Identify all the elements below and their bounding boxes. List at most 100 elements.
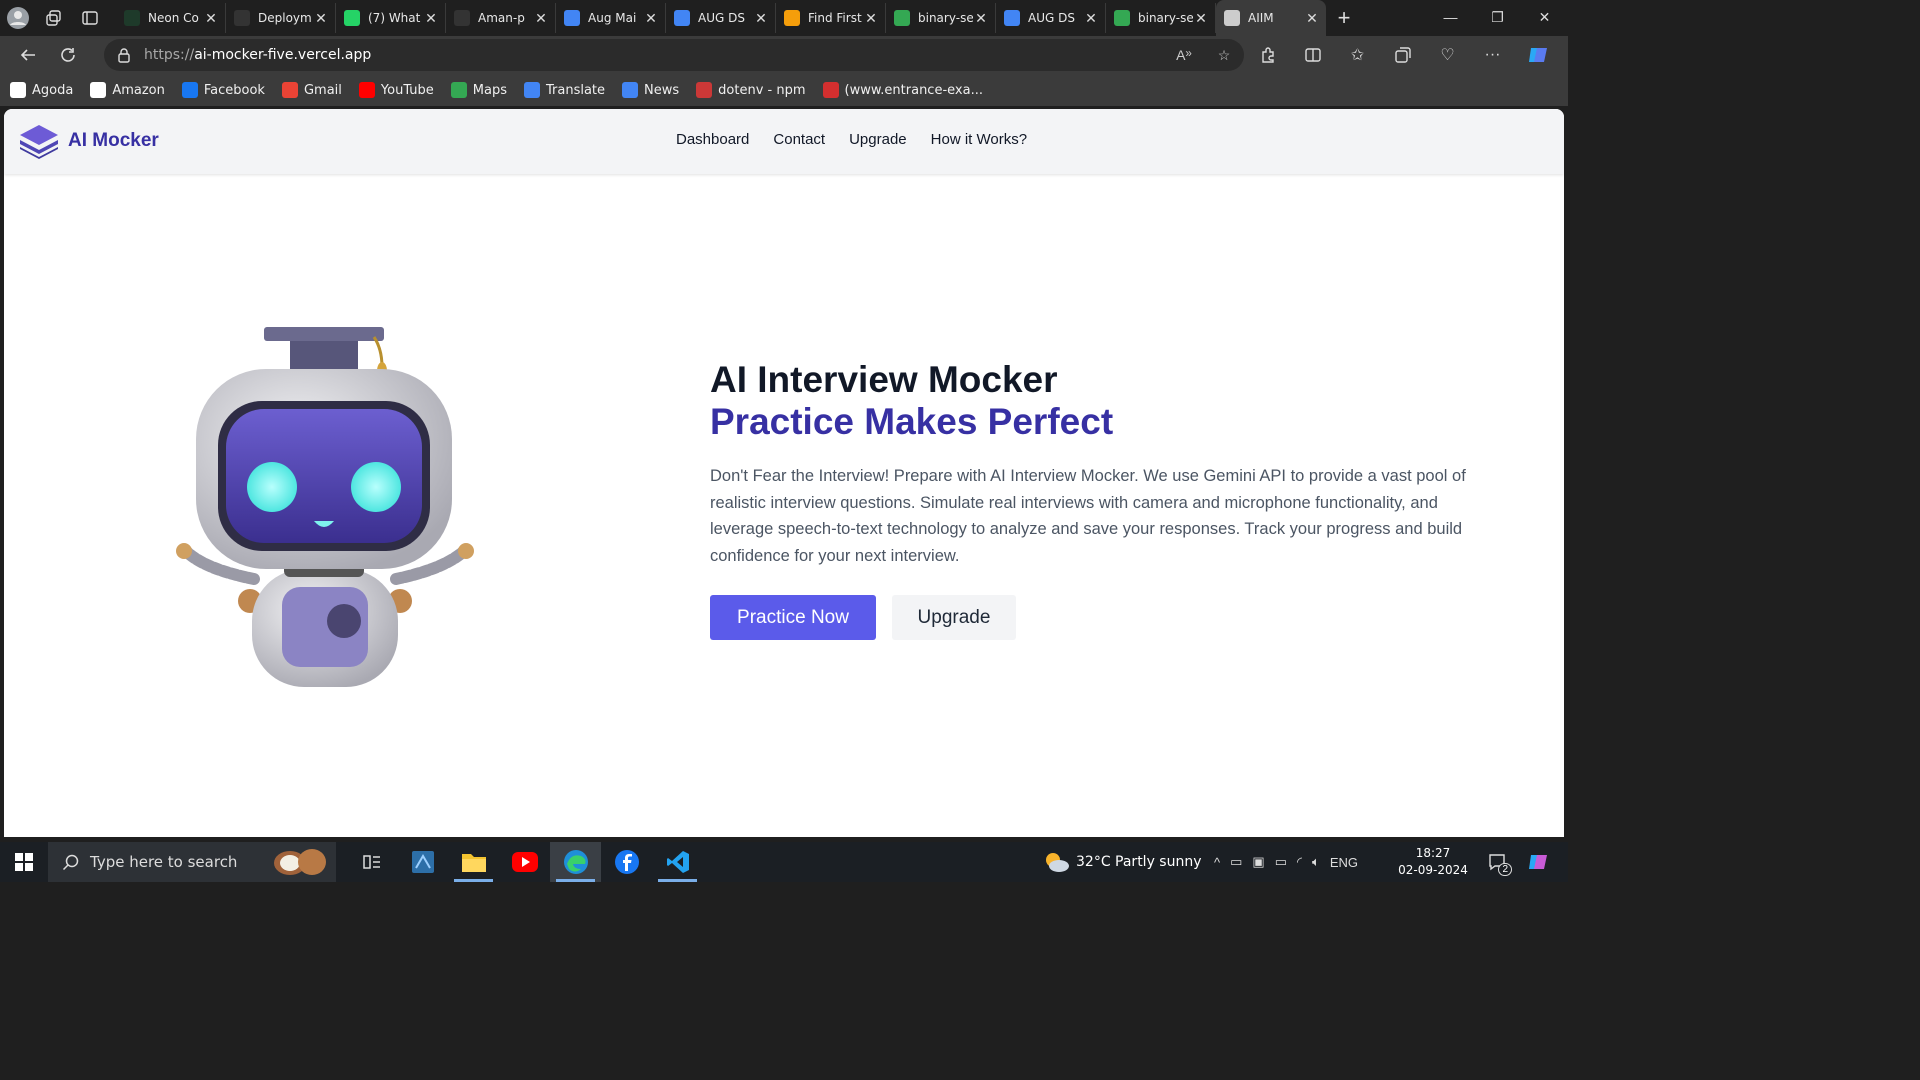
workspaces-icon[interactable] (36, 0, 72, 36)
bookmark-label: Agoda (32, 82, 74, 98)
close-window-button[interactable]: ✕ (1521, 0, 1568, 34)
split-screen-icon[interactable] (1290, 37, 1335, 73)
favorite-star-icon[interactable]: ☆ (1204, 47, 1244, 64)
notification-center-icon[interactable]: 2 (1480, 842, 1514, 882)
tab-title: (7) What (368, 11, 421, 25)
bookmark-item[interactable]: YouTube (358, 82, 434, 98)
edge-browser-icon[interactable] (550, 842, 601, 882)
close-tab-icon[interactable]: ✕ (1193, 10, 1209, 27)
browser-tab[interactable]: AUG DS ✕ (666, 3, 776, 33)
bookmark-label: dotenv - npm (718, 82, 806, 98)
browser-tab[interactable]: AIIM ✕ (1216, 0, 1326, 36)
facebook-app-icon[interactable] (601, 842, 652, 882)
address-bar[interactable]: https://ai-mocker-five.vercel.app A» ☆ (104, 39, 1244, 71)
clock[interactable]: 18:27 02-09-2024 (1398, 845, 1468, 879)
copilot-taskbar-icon[interactable] (1518, 842, 1558, 882)
github-icon (454, 10, 470, 26)
minimize-button[interactable]: — (1427, 0, 1474, 34)
bookmark-item[interactable]: Maps (450, 82, 507, 98)
close-tab-icon[interactable]: ✕ (533, 10, 549, 27)
bookmark-label: Translate (546, 82, 606, 98)
task-view-icon[interactable] (346, 842, 397, 882)
browser-toolbar: https://ai-mocker-five.vercel.app A» ☆ ✩… (0, 36, 1568, 74)
collections-icon[interactable] (1380, 37, 1425, 73)
bookmark-item[interactable]: dotenv - npm (696, 82, 806, 98)
browser-tab[interactable]: Neon Co ✕ (116, 3, 226, 33)
new-tab-button[interactable]: + (1326, 0, 1362, 36)
meet-now-icon[interactable]: ▭ (1230, 854, 1242, 870)
bookmark-item[interactable]: Facebook (181, 82, 265, 98)
more-menu-icon[interactable]: ··· (1470, 37, 1515, 73)
mysql-workbench-icon[interactable] (397, 842, 448, 882)
brand-logo-link[interactable]: AI Mocker (18, 123, 159, 159)
hero-section: AI Interview Mocker Practice Makes Perfe… (710, 359, 1480, 640)
tab-title: Neon Co (148, 11, 199, 25)
upgrade-button[interactable]: Upgrade (892, 595, 1016, 640)
bookmark-item[interactable]: Gmail (281, 82, 342, 98)
facebook-icon (181, 82, 198, 98)
taskbar-search[interactable]: Type here to search (48, 842, 336, 882)
docs-icon (564, 10, 580, 26)
browser-tab[interactable]: binary-se ✕ (1106, 3, 1216, 33)
read-aloud-icon[interactable]: A» (1164, 47, 1204, 64)
battery-icon[interactable]: ▭ (1275, 854, 1287, 870)
vscode-icon[interactable] (652, 842, 703, 882)
brand-name: AI Mocker (68, 130, 159, 151)
close-tab-icon[interactable]: ✕ (863, 10, 879, 27)
weather-widget[interactable]: 32°C Partly sunny (1042, 842, 1202, 882)
close-tab-icon[interactable]: ✕ (313, 10, 329, 27)
close-tab-icon[interactable]: ✕ (753, 10, 769, 27)
url-text[interactable]: https://ai-mocker-five.vercel.app (144, 47, 1164, 63)
display-icon[interactable]: ▣ (1252, 854, 1264, 870)
browser-tab[interactable]: Deploym ✕ (226, 3, 336, 33)
bookmark-item[interactable]: Agoda (10, 82, 73, 98)
close-tab-icon[interactable]: ✕ (973, 10, 989, 27)
tab-title: binary-se (918, 11, 973, 25)
wifi-icon[interactable]: ◜ (1297, 854, 1302, 870)
browser-tab[interactable]: Find First ✕ (776, 3, 886, 33)
close-tab-icon[interactable]: ✕ (643, 10, 659, 27)
bookmark-item[interactable]: News (622, 82, 679, 98)
npm-icon (696, 82, 713, 98)
extensions-icon[interactable] (1245, 37, 1290, 73)
language-indicator[interactable]: ENG (1330, 855, 1358, 870)
bookmark-label: Facebook (203, 82, 265, 98)
bookmark-item[interactable]: Amazon (90, 82, 165, 98)
favorites-icon[interactable]: ✩ (1335, 37, 1380, 73)
browser-tab[interactable]: Aman-p ✕ (446, 3, 556, 33)
close-tab-icon[interactable]: ✕ (1304, 10, 1320, 27)
copilot-icon[interactable] (1515, 37, 1560, 73)
close-tab-icon[interactable]: ✕ (203, 10, 219, 27)
close-tab-icon[interactable]: ✕ (1083, 10, 1099, 27)
tab-title: Aman-p (478, 11, 525, 25)
nav-how-it-works[interactable]: How it Works? (931, 131, 1027, 148)
bookmark-item[interactable]: (www.entrance-exa... (822, 82, 983, 98)
practice-now-button[interactable]: Practice Now (710, 595, 876, 640)
start-button[interactable] (0, 842, 48, 882)
back-button[interactable] (8, 37, 48, 73)
lock-icon[interactable] (104, 47, 144, 63)
browser-tab[interactable]: (7) What ✕ (336, 3, 446, 33)
browser-tab[interactable]: AUG DS ✕ (996, 3, 1106, 33)
nav-upgrade[interactable]: Upgrade (849, 131, 907, 148)
profile-icon[interactable] (0, 0, 36, 36)
bookmark-item[interactable]: Translate (524, 82, 605, 98)
browser-essentials-icon[interactable]: ♡ (1425, 37, 1470, 73)
refresh-button[interactable] (48, 37, 88, 73)
windows-logo-icon (15, 853, 33, 871)
browser-tab[interactable]: binary-se ✕ (886, 3, 996, 33)
show-hidden-icons-icon[interactable]: ^ (1214, 855, 1220, 870)
vertical-tabs-icon[interactable] (72, 0, 108, 36)
file-explorer-icon[interactable] (448, 842, 499, 882)
github-icon (234, 10, 250, 26)
nav-dashboard[interactable]: Dashboard (676, 131, 749, 148)
system-tray: ^ ▭ ▣ ▭ ◜ 🔈︎ ENG (1214, 842, 1368, 882)
site-header: AI Mocker Dashboard Contact Upgrade How … (4, 109, 1564, 174)
restore-button[interactable]: ❐ (1474, 0, 1521, 34)
bookmark-label: (www.entrance-exa... (844, 82, 983, 98)
nav-contact[interactable]: Contact (773, 131, 825, 148)
youtube-app-icon[interactable] (499, 842, 550, 882)
close-tab-icon[interactable]: ✕ (423, 10, 439, 27)
volume-icon[interactable]: 🔈︎ (1312, 854, 1320, 870)
browser-tab[interactable]: Aug Mai ✕ (556, 3, 666, 33)
